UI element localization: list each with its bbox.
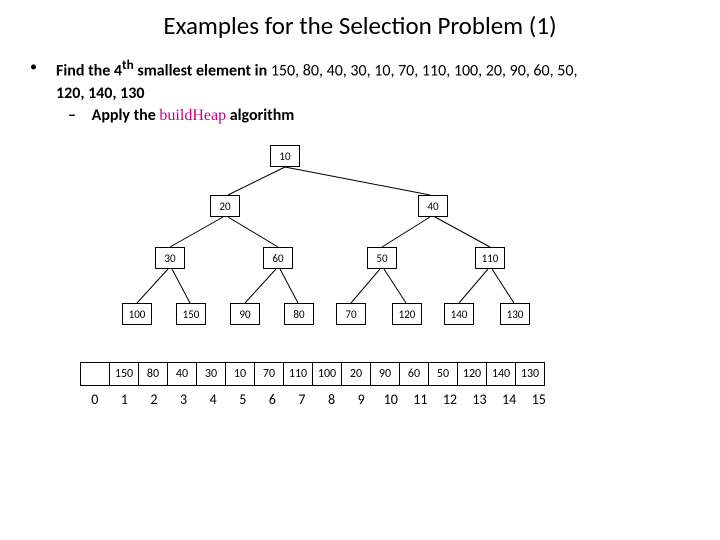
array-cell: 130 xyxy=(516,363,545,386)
tree-node: 30 xyxy=(155,247,185,269)
index-row: 0123456789101112131415 xyxy=(80,390,554,409)
tree-node: 60 xyxy=(263,247,293,269)
slide-title: Examples for the Selection Problem (1) xyxy=(0,10,720,41)
array-cell: 70 xyxy=(255,363,284,386)
index-cell: 2 xyxy=(139,391,169,408)
tree-node: 120 xyxy=(392,303,422,325)
index-cell: 7 xyxy=(287,391,317,408)
index-cell: 14 xyxy=(494,391,524,408)
array-cell: 50 xyxy=(429,363,458,386)
tree-node: 90 xyxy=(230,303,260,325)
tree-node: 20 xyxy=(210,195,240,217)
bullet-level1: • Find the 4th smallest element in 150, … xyxy=(30,56,690,105)
b1-mid: smallest element in xyxy=(134,61,271,80)
array-table: 150 80 40 30 10 70 110 100 20 90 60 50 1… xyxy=(80,362,545,386)
bullet-dot: • xyxy=(30,58,37,76)
array-cell: 90 xyxy=(371,363,400,386)
array-cell: 100 xyxy=(313,363,342,386)
array-cell: 140 xyxy=(487,363,516,386)
tree-node: 150 xyxy=(176,303,206,325)
index-cell: 5 xyxy=(228,391,258,408)
bullet-dash: – xyxy=(68,106,88,125)
tree-node: 80 xyxy=(284,303,314,325)
index-cell: 0 xyxy=(80,391,110,408)
index-cell: 11 xyxy=(406,391,436,408)
tree-node: 70 xyxy=(336,303,366,325)
tree-node: 130 xyxy=(500,303,530,325)
tree-node: 40 xyxy=(418,195,448,217)
bullet-level2: – Apply the buildHeap algorithm xyxy=(68,106,294,125)
array-cell xyxy=(81,363,110,386)
array-cell: 40 xyxy=(168,363,197,386)
array-cell: 120 xyxy=(458,363,487,386)
buildheap-word: buildHeap xyxy=(159,107,226,124)
array-cell: 20 xyxy=(342,363,371,386)
index-cell: 13 xyxy=(465,391,495,408)
b2-post: algorithm xyxy=(226,106,294,125)
array-cell: 150 xyxy=(110,363,139,386)
heap-tree: 10 20 40 30 60 50 110 100 150 90 80 70 1… xyxy=(120,145,600,345)
b2-pre: Apply the xyxy=(92,106,160,125)
index-cell: 3 xyxy=(169,391,199,408)
index-cell: 10 xyxy=(376,391,406,408)
array-cell: 60 xyxy=(400,363,429,386)
tree-node: 50 xyxy=(367,247,397,269)
index-cell: 1 xyxy=(110,391,140,408)
array-cell: 30 xyxy=(197,363,226,386)
b1-seq-a: 150, 80, 40, 30, 10, 70, 110, 100, 20, 9… xyxy=(271,61,578,80)
tree-node: 110 xyxy=(475,247,505,269)
index-cell: 9 xyxy=(346,391,376,408)
index-cell: 6 xyxy=(258,391,288,408)
tree-node: 100 xyxy=(122,303,152,325)
array-cell: 110 xyxy=(284,363,313,386)
array-cell: 80 xyxy=(139,363,168,386)
index-cell: 4 xyxy=(198,391,228,408)
array-cell: 10 xyxy=(226,363,255,386)
index-cell: 15 xyxy=(524,391,554,408)
b1-sup: th xyxy=(122,56,134,73)
b1-lead: Find the 4 xyxy=(56,61,122,80)
tree-node: 140 xyxy=(444,303,474,325)
tree-node: 10 xyxy=(270,145,300,167)
index-cell: 12 xyxy=(435,391,465,408)
b1-seq-b: 120, 140, 130 xyxy=(56,84,144,103)
index-cell: 8 xyxy=(317,391,347,408)
